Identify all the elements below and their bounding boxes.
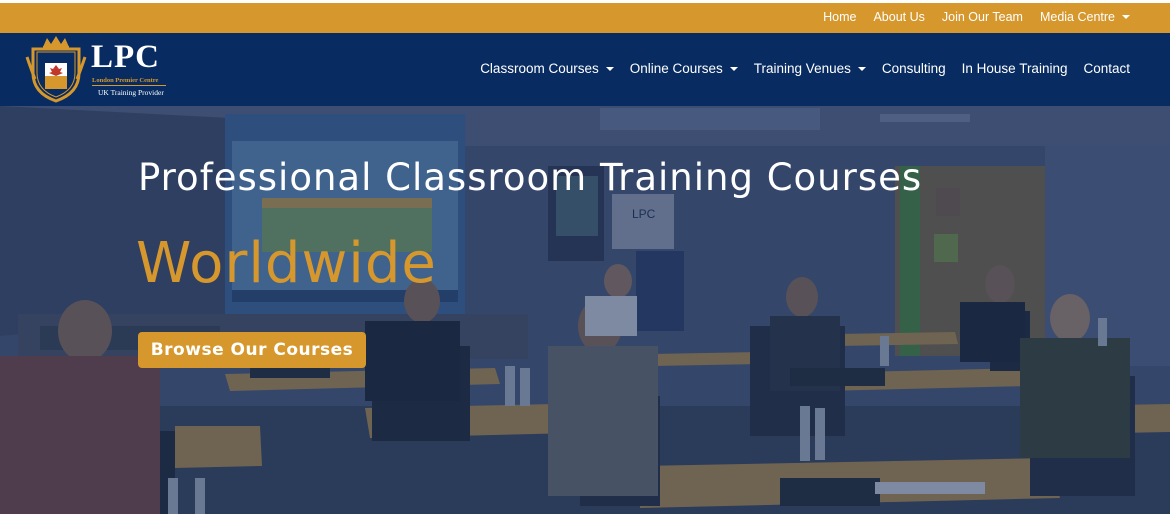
top-link-about-us[interactable]: About Us	[873, 10, 924, 24]
browse-courses-button[interactable]: Browse Our Courses	[138, 332, 366, 368]
chevron-down-icon	[1122, 15, 1130, 19]
nav-online-courses[interactable]: Online Courses	[630, 61, 738, 76]
top-link-media-centre[interactable]: Media Centre	[1040, 10, 1130, 24]
nav-classroom-courses-label: Classroom Courses	[480, 61, 599, 76]
nav-classroom-courses[interactable]: Classroom Courses	[480, 61, 614, 76]
logo-wordmark: LPC	[91, 39, 160, 75]
logo-tagline: UK Training Provider	[98, 88, 164, 97]
chevron-down-icon	[605, 66, 614, 71]
nav-contact[interactable]: Contact	[1083, 61, 1130, 76]
nav-in-house-training[interactable]: In House Training	[962, 61, 1068, 76]
top-utility-bar: Home About Us Join Our Team Media Centre	[0, 0, 1170, 33]
nav-training-venues[interactable]: Training Venues	[754, 61, 866, 76]
top-link-home[interactable]: Home	[823, 10, 856, 24]
hero-subtitle: Worldwide	[136, 231, 437, 296]
nav-online-courses-label: Online Courses	[629, 61, 723, 76]
shield-crest-icon	[25, 36, 87, 103]
hero-title: Professional Classroom Training Courses	[138, 156, 923, 199]
chevron-down-icon	[729, 66, 738, 71]
nav-training-venues-label: Training Venues	[753, 61, 851, 76]
main-navbar: LPC London Premier Centre UK Training Pr…	[0, 33, 1170, 106]
top-links: Home About Us Join Our Team Media Centre	[823, 10, 1130, 24]
logo-subtitle: London Premier Centre	[92, 77, 159, 84]
nav-consulting[interactable]: Consulting	[882, 61, 946, 76]
chevron-down-icon	[857, 66, 866, 71]
site-logo[interactable]: LPC London Premier Centre UK Training Pr…	[25, 35, 175, 103]
hero-banner: LPC Professional Classroom Training Cour…	[0, 106, 1170, 514]
primary-nav: Classroom Courses Online Courses Trainin…	[480, 61, 1130, 76]
top-link-join-our-team[interactable]: Join Our Team	[942, 10, 1023, 24]
media-centre-label: Media Centre	[1039, 10, 1115, 24]
logo-divider	[92, 85, 166, 86]
